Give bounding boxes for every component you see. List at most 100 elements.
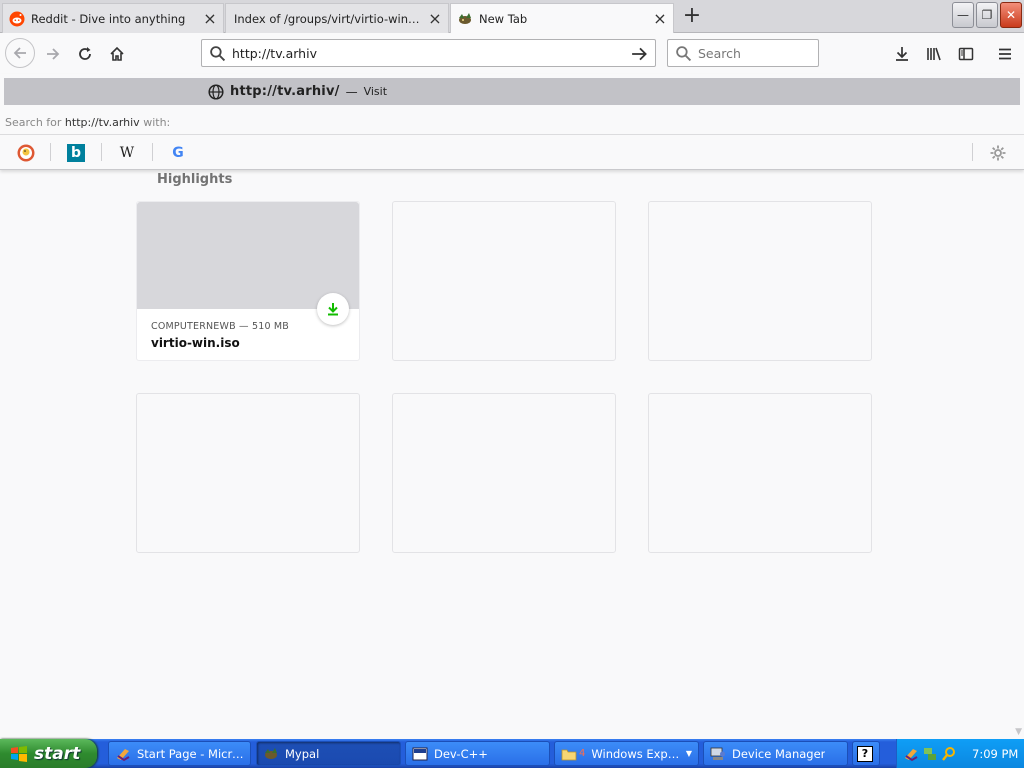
taskbar-item-label: Mypal xyxy=(285,746,320,761)
new-tab-content: Highlights COMPUTERNEWB — 510 MB virtio-… xyxy=(0,170,1024,739)
library-button[interactable] xyxy=(920,40,948,68)
engine-bing[interactable]: b xyxy=(66,143,86,163)
url-input[interactable]: http://tv.arhiv xyxy=(232,46,317,61)
divider xyxy=(101,143,102,161)
back-button[interactable] xyxy=(5,38,35,68)
devcpp-icon xyxy=(412,747,428,760)
tab-reddit[interactable]: Reddit - Dive into anything × xyxy=(2,3,224,33)
one-click-search-engines: b W G xyxy=(0,135,1024,169)
tab-new-tab[interactable]: New Tab × xyxy=(450,3,674,33)
tab-strip: Reddit - Dive into anything × Index of /… xyxy=(0,0,1024,33)
hint-term: http://tv.arhiv xyxy=(64,116,140,129)
divider xyxy=(972,143,973,161)
scroll-down-icon[interactable]: ▼ xyxy=(1015,727,1022,737)
highlight-card-download[interactable]: COMPUTERNEWB — 510 MB virtio-win.iso xyxy=(136,201,360,361)
card-filename: virtio-win.iso xyxy=(151,336,240,350)
tab-title: Index of /groups/virt/virtio-win/direct- xyxy=(234,11,422,26)
taskbar-item-mypal[interactable]: Mypal xyxy=(256,741,401,766)
taskbar-item-windows-explorer[interactable]: 4 Windows Explorer ▼ xyxy=(554,741,699,766)
highlight-card-placeholder xyxy=(648,201,872,361)
url-dropdown-popup: http://tv.arhiv/ — Visit Search for http… xyxy=(0,74,1024,170)
folder-icon xyxy=(561,749,577,760)
download-icon xyxy=(328,303,338,316)
taskbar-item-label: Dev-C++ xyxy=(434,746,488,761)
search-icon xyxy=(676,46,692,62)
reddit-icon xyxy=(9,11,25,26)
start-button[interactable]: start xyxy=(0,739,97,768)
tab-title: New Tab xyxy=(479,11,528,26)
back-arrow-icon xyxy=(13,47,26,59)
taskbar-item-start-page[interactable]: Start Page - Micros... xyxy=(108,741,251,766)
close-tab-icon[interactable]: × xyxy=(428,10,442,26)
divider xyxy=(152,143,153,161)
gear-icon xyxy=(990,145,1006,161)
taskbar-help-button[interactable]: ? xyxy=(852,741,880,766)
highlights-heading: Highlights xyxy=(157,172,233,187)
hint-prefix: Search for xyxy=(5,116,62,129)
sidebar-icon xyxy=(958,47,974,61)
search-icon xyxy=(210,46,226,62)
search-tray-icon[interactable] xyxy=(941,746,957,762)
globe-icon xyxy=(208,83,224,100)
url-bar[interactable]: http://tv.arhiv xyxy=(201,39,656,67)
download-badge xyxy=(317,293,349,325)
sidebar-button[interactable] xyxy=(952,40,980,68)
search-bar[interactable]: Search xyxy=(667,39,819,67)
search-with-hint: Search for http://tv.arhiv with: xyxy=(5,116,170,129)
vs-tray-icon[interactable] xyxy=(903,746,919,762)
taskbar-item-devcpp[interactable]: Dev-C++ xyxy=(405,741,550,766)
highlight-card-placeholder xyxy=(136,393,360,553)
search-settings-button[interactable] xyxy=(988,143,1008,163)
home-icon xyxy=(110,46,124,61)
taskbar-group-count: 4 xyxy=(579,748,586,759)
reload-button[interactable] xyxy=(71,40,99,68)
home-button[interactable] xyxy=(103,40,131,68)
engine-duckduckgo[interactable] xyxy=(16,143,36,163)
close-tab-icon[interactable]: × xyxy=(203,10,217,26)
bing-icon: b xyxy=(67,144,85,162)
visit-suggestion-row[interactable]: http://tv.arhiv/ — Visit xyxy=(4,78,1020,105)
start-label: start xyxy=(34,743,81,764)
tab-title: Reddit - Dive into anything xyxy=(31,11,186,26)
card-thumbnail xyxy=(137,202,359,309)
restore-button[interactable]: ❐ xyxy=(976,2,998,28)
taskbar-item-label: Start Page - Micros... xyxy=(137,746,244,761)
suggestion-dash: — xyxy=(345,84,358,99)
taskbar-item-label: Windows Explorer xyxy=(591,746,679,761)
downloads-button[interactable] xyxy=(888,40,916,68)
forward-button[interactable] xyxy=(39,40,67,68)
library-icon xyxy=(927,47,941,61)
windows-logo-icon xyxy=(11,745,27,762)
suggestion-url: http://tv.arhiv/ xyxy=(230,84,340,99)
card-meta: COMPUTERNEWB — 510 MB xyxy=(151,321,290,332)
mypal-icon xyxy=(459,12,471,24)
taskbar-item-device-manager[interactable]: Device Manager xyxy=(703,741,848,766)
close-window-button[interactable]: ✕ xyxy=(1000,2,1022,28)
new-tab-button[interactable]: + xyxy=(680,5,704,29)
google-icon: G xyxy=(172,145,184,161)
mypal-icon xyxy=(265,747,277,759)
taskbar-item-label: Device Manager xyxy=(732,746,826,761)
highlight-card-placeholder xyxy=(392,201,616,361)
highlight-card-placeholder xyxy=(648,393,872,553)
close-tab-icon[interactable]: × xyxy=(653,10,667,26)
highlight-card-placeholder xyxy=(392,393,616,553)
go-arrow-icon[interactable] xyxy=(631,45,649,63)
device-manager-icon xyxy=(710,747,725,760)
tab-index-virtio[interactable]: Index of /groups/virt/virtio-win/direct-… xyxy=(225,3,449,33)
engine-google[interactable]: G xyxy=(168,143,188,163)
search-placeholder: Search xyxy=(698,45,741,61)
minimize-button[interactable]: — xyxy=(952,2,974,28)
network-tray-icon[interactable] xyxy=(922,746,938,762)
menu-button[interactable] xyxy=(991,40,1019,68)
window-controls: — ❐ ✕ xyxy=(952,2,1022,28)
vs-icon xyxy=(117,748,130,761)
hint-suffix: with: xyxy=(143,116,171,129)
navigation-toolbar: http://tv.arhiv Search xyxy=(0,34,1024,74)
system-tray: 7:09 PM xyxy=(896,739,1024,768)
clock[interactable]: 7:09 PM xyxy=(972,747,1018,761)
wikipedia-icon: W xyxy=(119,145,135,161)
reload-icon xyxy=(79,47,91,60)
divider xyxy=(50,143,51,161)
engine-wikipedia[interactable]: W xyxy=(117,143,137,163)
